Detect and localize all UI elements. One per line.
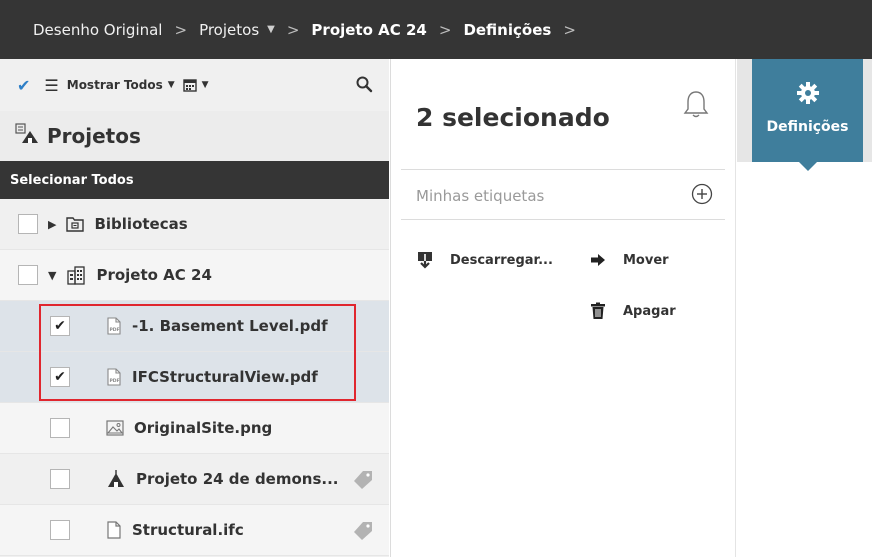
tree-item-label: Bibliotecas [94,215,188,233]
caret-down-icon[interactable]: ▼ [168,80,175,90]
breadcrumb-original-drawing[interactable]: Desenho Original [33,21,162,39]
my-tags-label: Minhas etiquetas [416,187,545,205]
pdf-file-icon: PDF [106,368,122,386]
checkbox-checked[interactable]: ✔ [50,367,70,387]
tree-item-demo-project[interactable]: Projeto 24 de demons... [0,454,389,505]
projects-icon [15,122,39,150]
breadcrumb-separator: > [438,20,452,39]
delete-button[interactable]: Apagar [589,302,676,320]
select-all-button[interactable]: Selecionar Todos [0,161,389,199]
checkbox[interactable] [50,520,70,540]
breadcrumb-label: Projeto AC 24 [311,20,427,39]
library-folder-icon [66,216,85,232]
image-file-icon [106,420,124,436]
calendar-icon[interactable] [182,78,197,92]
panel-title-text: Projetos [47,124,141,148]
breadcrumb-separator: > [174,20,188,39]
caret-down-icon[interactable]: ▼ [202,80,209,90]
download-label: Descarregar... [450,252,553,268]
project-icon [106,469,126,489]
checkbox-checked[interactable]: ✔ [50,316,70,336]
move-button[interactable]: Mover [589,251,669,269]
collapse-triangle-icon[interactable]: ▼ [48,269,56,282]
divider [401,169,725,170]
breadcrumb-project-ac24[interactable]: Projeto AC 24 [311,21,426,39]
pdf-file-icon: PDF [106,317,122,335]
selection-count-title: 2 selecionado [416,103,610,132]
arrow-right-icon [589,251,607,269]
gear-icon [796,81,820,105]
checkbox[interactable] [50,418,70,438]
file-icon [106,521,122,539]
tag-icon[interactable] [353,521,373,541]
tree-item-original-site-png[interactable]: OriginalSite.png [0,403,389,454]
checkbox[interactable] [18,214,38,234]
tree-item-project-ac24[interactable]: ▼ Projeto AC 24 [0,250,389,301]
breadcrumb-separator: > [286,20,300,39]
checkbox[interactable] [18,265,38,285]
building-icon [66,265,86,285]
breadcrumb-label: Projetos [199,20,260,39]
svg-text:PDF: PDF [110,327,120,333]
breadcrumb-label: Desenho Original [33,20,163,39]
checkmark-icon[interactable]: ✔ [17,76,30,95]
breadcrumb-projects[interactable]: Projetos ▼ [199,21,275,39]
right-sidebar: Definições [737,59,872,557]
breadcrumb-separator: > [563,20,576,39]
checkbox[interactable] [50,469,70,489]
tree-item-basement-level-pdf[interactable]: ✔ PDF -1. Basement Level.pdf [0,301,389,352]
tree-item-structural-ifc[interactable]: Structural.ifc [0,505,389,556]
tree-item-label: Projeto AC 24 [96,266,212,284]
tab-settings[interactable]: Definições [752,59,863,162]
download-button[interactable]: Descarregar... [416,251,553,269]
selection-panel: 2 selecionado Minhas etiquetas Descarreg… [390,59,736,557]
tag-icon[interactable] [353,470,373,490]
breadcrumb-label: Definições [463,20,552,39]
tree-toolbar: ✔ ☰ Mostrar Todos ▼ ▼ [0,59,389,111]
trash-icon [589,302,607,320]
settings-tab-label: Definições [766,119,849,135]
add-tag-icon[interactable] [691,183,713,205]
panel-title: Projetos [0,111,389,161]
breadcrumb-settings[interactable]: Definições [463,21,551,39]
tab-pointer [799,162,817,171]
search-icon[interactable] [355,75,373,93]
tree-item-label: Structural.ifc [132,521,244,539]
delete-label: Apagar [623,303,676,319]
move-label: Mover [623,252,669,268]
caret-down-icon[interactable]: ▼ [267,24,275,35]
download-icon [416,251,434,269]
breadcrumb: Desenho Original > Projetos ▼ > Projeto A… [0,0,872,59]
tree-item-libraries[interactable]: ▶ Bibliotecas [0,199,389,250]
tree-item-label: Projeto 24 de demons... [136,470,339,488]
tree-item-label: OriginalSite.png [134,419,273,437]
bell-icon[interactable] [682,89,710,119]
divider [401,219,725,220]
list-menu-icon[interactable]: ☰ [44,76,58,95]
tree-item-label: IFCStructuralView.pdf [132,368,318,386]
svg-text:PDF: PDF [110,378,120,384]
project-tree-panel: ✔ ☰ Mostrar Todos ▼ ▼ Projetos Seleciona… [0,59,389,557]
expand-triangle-icon[interactable]: ▶ [48,218,56,231]
show-all-filter[interactable]: Mostrar Todos [67,78,163,92]
tree-item-ifc-structural-view-pdf[interactable]: ✔ PDF IFCStructuralView.pdf [0,352,389,403]
tree-item-label: -1. Basement Level.pdf [132,317,328,335]
